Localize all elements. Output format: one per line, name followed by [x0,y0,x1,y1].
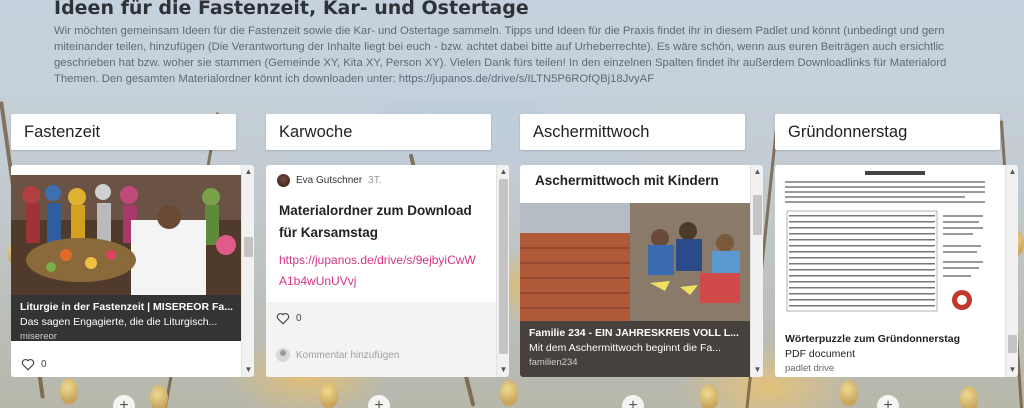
document-title: Wörterpuzzle zum Gründonnerstag [785,333,961,345]
document-source: padlet drive [785,363,835,374]
scroll-down-icon[interactable]: ▼ [242,364,254,376]
add-post-button[interactable]: + [622,395,644,408]
post-title: Familie 234 - EIN JAHRESKREIS VOLL L... [529,327,739,339]
post-link[interactable]: https://jupanos.de/drive/s/9ejbyiCwWA1b4… [279,250,479,292]
scroll-down-icon[interactable]: ▼ [497,364,509,376]
post-author: Eva Gutschner 3T. [277,174,382,187]
post-image [520,203,750,321]
post-image [11,175,241,295]
post-source: familien234 [529,357,578,368]
scroll-up-icon[interactable]: ▲ [751,166,763,178]
avatar [277,174,290,187]
scrollbar-thumb[interactable] [753,195,762,235]
post-preview-footer: Liturgie in der Fastenzeit | MISEREOR Fa… [11,295,241,342]
document-type: PDF document [785,348,856,360]
scrollbar-thumb[interactable] [244,237,253,257]
post-title: Liturgie in der Fastenzeit | MISEREOR Fa… [20,301,233,313]
column-fastenzeit: Liturgie in der Fastenzeit | MISEREOR Fa… [11,165,254,377]
add-post-button[interactable]: + [877,395,899,408]
post-heading: Aschermittwoch mit Kindern [535,173,719,188]
user-avatar-icon [276,348,290,362]
scroll-up-icon[interactable]: ▲ [242,166,254,178]
column-header-gruendonnerstag[interactable]: Gründonnerstag [775,114,1000,150]
column-gruendonnerstag: Wörterpuzzle zum Gründonnerstag PDF docu… [775,165,1018,377]
document-info: Wörterpuzzle zum Gründonnerstag PDF docu… [785,333,960,374]
scroll-up-icon[interactable]: ▲ [497,166,509,178]
scroll-up-icon[interactable]: ▲ [1006,166,1018,178]
author-name: Eva Gutschner [296,175,363,186]
post-time: 3T. [368,175,382,186]
post-card[interactable]: Liturgie in der Fastenzeit | MISEREOR Fa… [11,165,241,377]
post-source: misereor [20,331,57,342]
board-description: Wir möchten gemeinsam Ideen für die Fast… [54,25,947,85]
document-preview [775,165,1005,325]
post-subtitle: Mit dem Aschermittwoch beginnt die Fa... [529,342,721,354]
column-karwoche: Eva Gutschner 3T. Materialordner zum Dow… [266,165,509,377]
scroll-down-icon[interactable]: ▼ [751,364,763,376]
add-post-button[interactable]: + [113,395,135,408]
column-header-aschermittwoch[interactable]: Aschermittwoch [520,114,745,150]
board-header: Ideen für die Fastenzeit, Kar- und Oster… [0,0,1024,98]
add-post-button[interactable]: + [368,395,390,408]
board-title: Ideen für die Fastenzeit, Kar- und Oster… [54,0,529,19]
scrollbar-thumb[interactable] [1008,335,1017,353]
post-preview-footer: Familie 234 - EIN JAHRESKREIS VOLL L... … [520,321,750,377]
post-card[interactable]: Wörterpuzzle zum Gründonnerstag PDF docu… [775,165,1005,377]
like-count: 0 [296,313,302,324]
comment-input[interactable]: Kommentar hinzufügen [276,348,399,362]
like-button[interactable]: 0 [21,358,47,371]
column-scrollbar[interactable]: ▲ ▼ [750,165,763,377]
post-title: Materialordner zum Download für Karsamst… [279,203,472,240]
comment-placeholder: Kommentar hinzufügen [296,349,400,361]
column-header-fastenzeit[interactable]: Fastenzeit [11,114,236,150]
heart-icon [276,312,290,325]
like-count: 0 [41,359,47,370]
column-scrollbar[interactable]: ▲ ▼ [496,165,509,377]
scrollbar-thumb[interactable] [499,179,508,354]
column-aschermittwoch: Aschermittwoch mit Kindern Familie 234 -… [520,165,763,377]
heart-icon [21,358,35,371]
post-card[interactable]: Eva Gutschner 3T. Materialordner zum Dow… [266,165,496,377]
scroll-down-icon[interactable]: ▼ [1006,364,1018,376]
column-header-karwoche[interactable]: Karwoche [266,114,491,150]
column-scrollbar[interactable]: ▲ ▼ [1005,165,1018,377]
like-button[interactable]: 0 [276,312,302,325]
column-scrollbar[interactable]: ▲ ▼ [241,165,254,377]
post-subtitle: Das sagen Engagierte, die die Liturgisch… [20,316,218,328]
post-card[interactable]: Aschermittwoch mit Kindern Familie 234 -… [520,165,750,377]
